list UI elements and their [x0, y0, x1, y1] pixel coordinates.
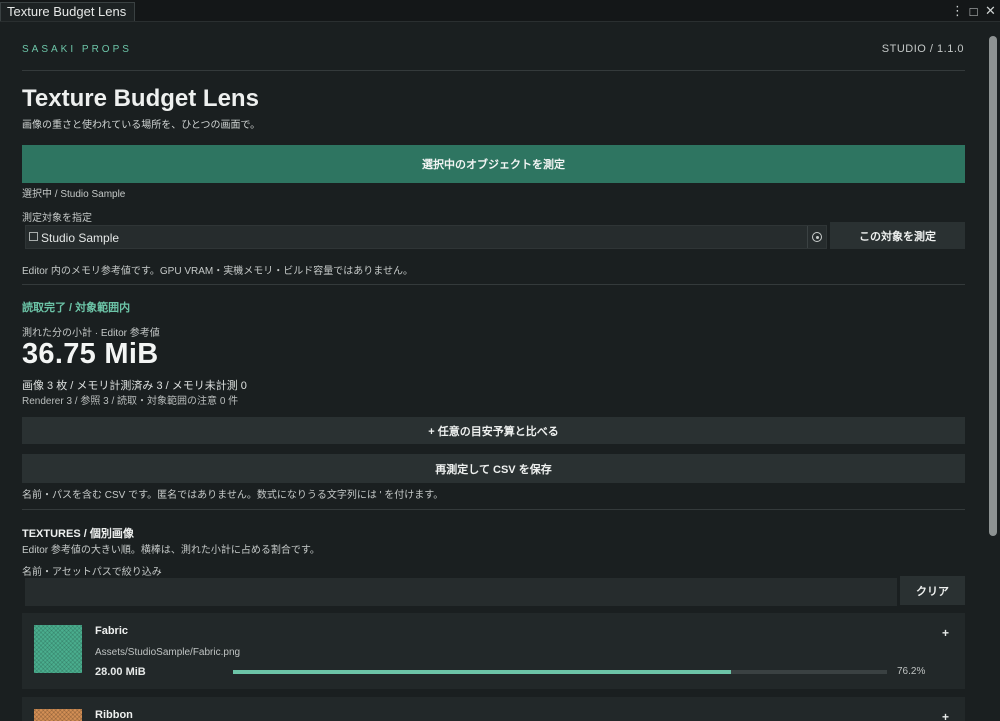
subtotal-label: 測れた分の小計 · Editor 参考値	[22, 328, 160, 339]
divider	[22, 70, 965, 71]
texture-name: Ribbon	[95, 709, 133, 721]
window-tab[interactable]: Texture Budget Lens	[0, 2, 135, 21]
filter-label: 名前・アセットパスで絞り込み	[22, 567, 162, 578]
export-csv-button[interactable]: 再測定して CSV を保存	[22, 454, 965, 483]
page-subtitle: 画像の重さと使われている場所を、ひとつの画面で。	[22, 120, 261, 131]
window-controls: ⋮ □ ✕	[951, 1, 996, 21]
measure-target-button[interactable]: この対象を測定	[830, 222, 965, 249]
memory-note: Editor 内のメモリ参考値です。GPU VRAM・実機メモリ・ビルド容量では…	[22, 266, 413, 277]
target-object-value: Studio Sample	[41, 231, 120, 245]
share-bar-fill	[233, 670, 732, 674]
reference-summary: Renderer 3 / 参照 3 / 読取・対象範囲の注意 0 件	[22, 396, 239, 407]
texture-name: Fabric	[95, 625, 129, 637]
close-icon[interactable]: ✕	[985, 3, 996, 19]
object-picker-button[interactable]	[807, 226, 826, 248]
clear-filter-button[interactable]: クリア	[900, 576, 965, 605]
texture-card[interactable]: Ribbon +	[22, 697, 965, 721]
compare-budget-button[interactable]: + 任意の目安予算と比べる	[22, 417, 965, 444]
status-label: 読取完了 / 対象範囲内	[22, 302, 131, 314]
texture-path: Assets/StudioSample/Fabric.png	[95, 647, 241, 658]
gameobject-icon	[29, 232, 38, 241]
measure-selection-button[interactable]: 選択中のオブジェクトを測定	[22, 145, 965, 183]
target-picker-icon	[812, 232, 822, 242]
scrollbar-thumb[interactable]	[989, 36, 997, 536]
csv-note: 名前・パスを含む CSV です。匿名ではありません。数式になりうる文字列には '…	[22, 490, 444, 501]
page-title: Texture Budget Lens	[22, 85, 259, 112]
kebab-menu-icon[interactable]: ⋮	[951, 3, 964, 19]
expand-plus-icon[interactable]: +	[942, 710, 949, 721]
editor-titlebar: Texture Budget Lens ⋮ □ ✕	[0, 0, 1000, 22]
textures-description: Editor 参考値の大きい順。横棒は、測れた小計に占める割合です。	[22, 545, 320, 556]
texture-thumbnail	[34, 625, 82, 673]
expand-plus-icon[interactable]: +	[942, 626, 949, 640]
count-summary: 画像 3 枚 / メモリ計測済み 3 / メモリ未計測 0	[22, 380, 247, 392]
version-label: STUDIO / 1.1.0	[881, 43, 964, 55]
texture-size: 28.00 MiB	[95, 666, 146, 678]
divider	[22, 509, 965, 510]
divider	[22, 284, 965, 285]
texture-filter-input[interactable]	[25, 578, 897, 606]
textures-heading: TEXTURES / 個別画像	[22, 528, 134, 540]
selection-label: 選択中 / Studio Sample	[22, 189, 126, 200]
brand-label: SASAKI PROPS	[22, 44, 132, 55]
total-size: 36.75 MiB	[22, 338, 159, 370]
panel-content: SASAKI PROPS STUDIO / 1.1.0 Texture Budg…	[0, 22, 986, 721]
texture-card[interactable]: Fabric + Assets/StudioSample/Fabric.png …	[22, 613, 965, 689]
share-bar	[233, 670, 887, 674]
share-percent: 76.2%	[897, 666, 926, 677]
target-object-field[interactable]: Studio Sample	[25, 225, 827, 249]
vertical-scrollbar[interactable]	[986, 22, 1000, 721]
texture-thumbnail	[34, 709, 82, 721]
target-label: 測定対象を指定	[22, 213, 92, 224]
maximize-icon[interactable]: □	[968, 4, 979, 19]
